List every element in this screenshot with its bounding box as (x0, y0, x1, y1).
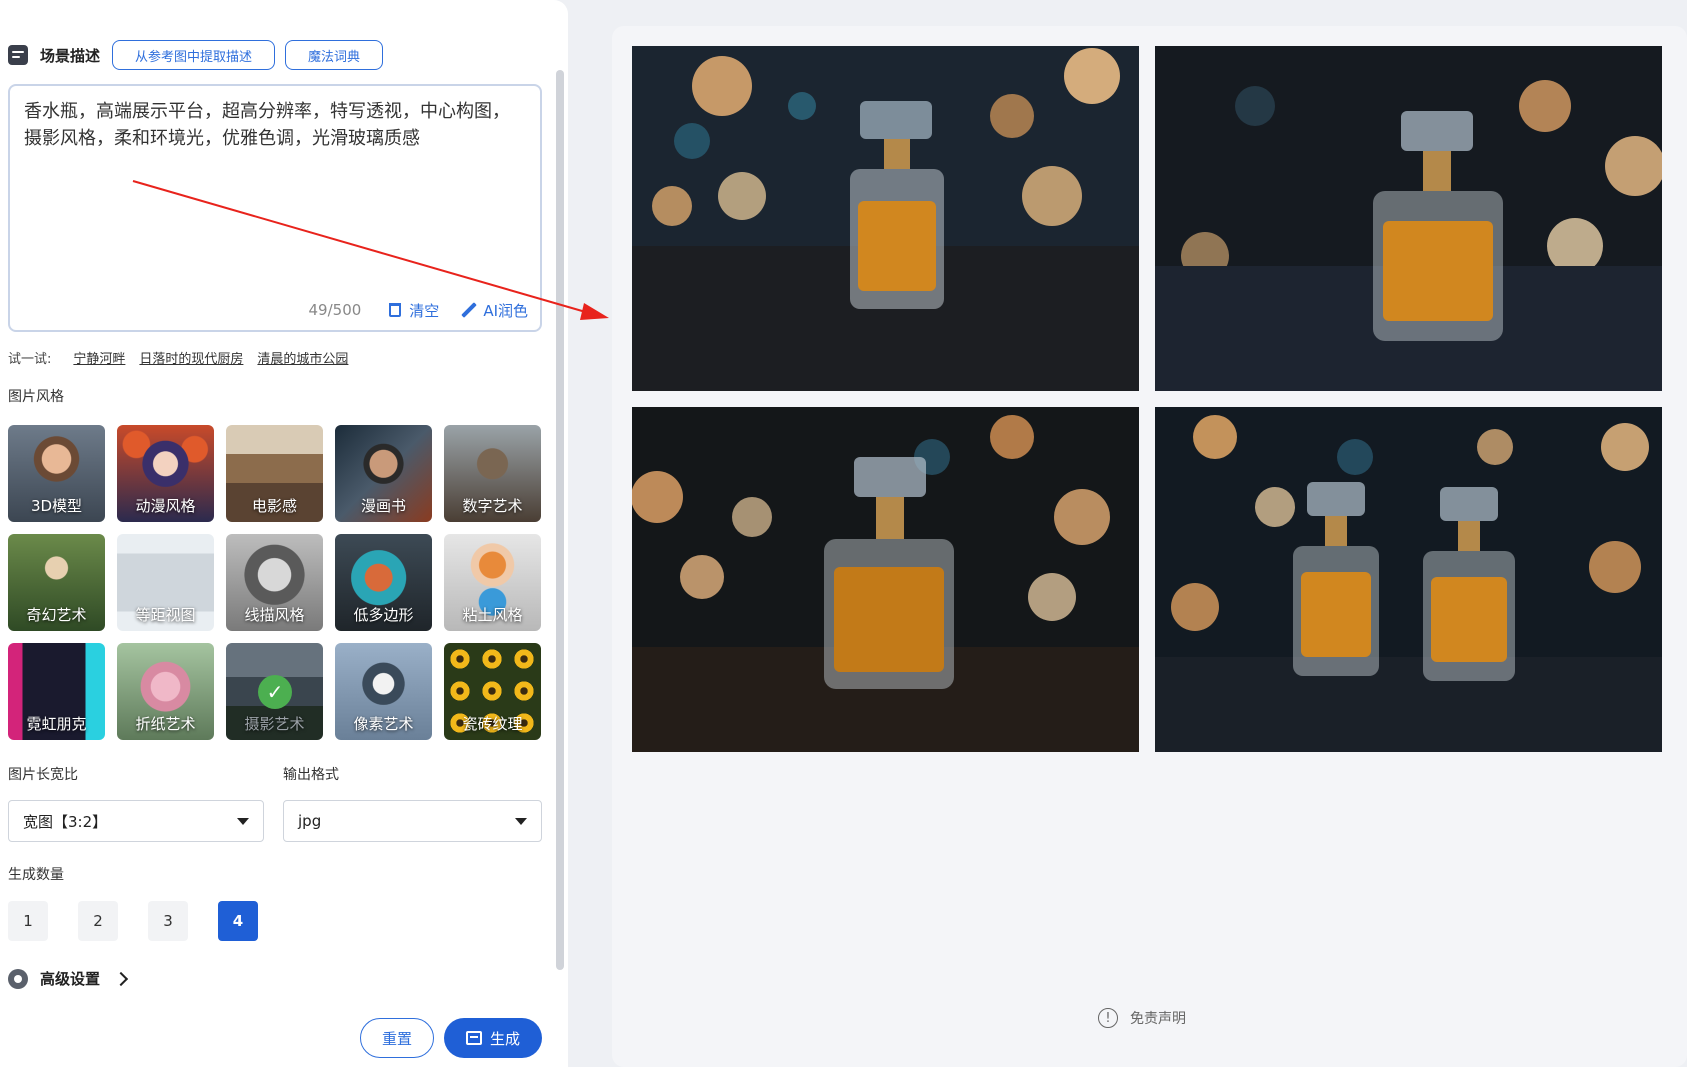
style-tile-tile-texture[interactable]: 瓷砖纹理 (444, 643, 541, 740)
try-example-link[interactable]: 宁静河畔 (73, 348, 125, 367)
count-option-4[interactable]: 4 (218, 901, 258, 941)
count-option-2[interactable]: 2 (78, 901, 118, 941)
caret-down-icon (237, 818, 249, 825)
style-tile-neon-punk[interactable]: 霓虹朋克 (8, 643, 105, 740)
disclaimer-link[interactable]: ! 免责声明 (1098, 1008, 1186, 1028)
style-tile-label: 电影感 (251, 497, 297, 515)
result-image[interactable] (1155, 46, 1662, 391)
gear-icon (8, 968, 28, 989)
style-tile-label: 粘土风格 (462, 606, 523, 624)
scene-title: 场景描述 (40, 46, 101, 65)
aspect-ratio-value: 宽图【3:2】 (23, 812, 108, 831)
clear-button[interactable]: 清空 (389, 300, 439, 321)
style-tile-digital-art[interactable]: 数字艺术 (444, 425, 541, 522)
style-tile-low-poly[interactable]: 低多边形 (335, 534, 432, 631)
format-label: 输出格式 (283, 767, 339, 783)
style-tile-label: 线描风格 (244, 606, 305, 624)
char-counter: 49/500 (308, 301, 362, 319)
style-tile-3d-model[interactable]: 3D模型 (8, 425, 105, 522)
style-tile-line-art[interactable]: 线描风格 (226, 534, 323, 631)
prompt-footer: 49/500 清空 AI润色 (309, 298, 528, 322)
advanced-settings-label: 高级设置 (40, 970, 101, 988)
style-tile-isometric[interactable]: 等距视图 (117, 534, 214, 631)
left-scrollbar[interactable] (556, 70, 564, 970)
left-panel: 场景描述 从参考图中提取描述 魔法词典 香水瓶，高端展示平台，超高分辨率，特写透… (0, 0, 568, 1067)
count-option-1[interactable]: 1 (8, 901, 48, 941)
check-icon: ✓ (258, 675, 292, 709)
result-image[interactable] (1155, 407, 1662, 752)
reset-button[interactable]: 重置 (360, 1018, 434, 1058)
style-tile-pixel[interactable]: 像素艺术 (335, 643, 432, 740)
style-tile-label: 低多边形 (353, 606, 414, 624)
generate-button[interactable]: 生成 (444, 1018, 542, 1058)
count-option-3[interactable]: 3 (148, 901, 188, 941)
aspect-ratio-select[interactable]: 宽图【3:2】 (8, 800, 264, 842)
style-tile-clay[interactable]: 粘土风格 (444, 534, 541, 631)
result-gallery (632, 46, 1662, 752)
style-tile-label: 等距视图 (135, 606, 196, 624)
document-icon (8, 45, 28, 65)
magic-dictionary-button[interactable]: 魔法词典 (285, 40, 384, 70)
style-tile-label: 像素艺术 (353, 715, 414, 733)
style-tile-label: 摄影艺术 (244, 715, 305, 733)
style-section-label: 图片风格 (8, 389, 64, 405)
caret-down-icon (515, 818, 527, 825)
pen-icon (461, 302, 478, 318)
style-tile-label: 3D模型 (30, 497, 83, 515)
generate-icon (465, 1031, 482, 1045)
style-tile-anime[interactable]: 动漫风格 (117, 425, 214, 522)
ai-polish-button[interactable]: AI润色 (461, 300, 528, 321)
ai-polish-label: AI润色 (483, 301, 528, 320)
annotation-arrow-head (580, 303, 609, 320)
perfume-photo-3 (632, 407, 1139, 752)
style-tile-label: 奇幻艺术 (26, 606, 87, 624)
style-grid: 3D模型 动漫风格 电影感 漫画书 数字艺术 奇幻艺术 等距视图 线描风格 低多… (8, 425, 542, 740)
scene-header: 场景描述 从参考图中提取描述 魔法词典 (8, 40, 384, 70)
try-label: 试一试: (8, 352, 52, 367)
aspect-label: 图片长宽比 (8, 767, 78, 783)
output-format-value: jpg (298, 812, 322, 830)
prompt-text[interactable]: 香水瓶，高端展示平台，超高分辨率，特写透视，中心构图，摄影风格，柔和环境光，优雅… (24, 98, 526, 152)
app-root: 场景描述 从参考图中提取描述 魔法词典 香水瓶，高端展示平台，超高分辨率，特写透… (0, 0, 1687, 1067)
style-tile-origami[interactable]: 折纸艺术 (117, 643, 214, 740)
generate-label: 生成 (489, 1029, 520, 1048)
perfume-photo-2 (1155, 46, 1662, 391)
style-tile-fantasy[interactable]: 奇幻艺术 (8, 534, 105, 631)
style-tile-comic[interactable]: 漫画书 (335, 425, 432, 522)
chevron-right-icon (113, 971, 129, 986)
result-image[interactable] (632, 46, 1139, 391)
try-example-link[interactable]: 日落时的现代厨房 (139, 348, 243, 367)
style-tile-label: 折纸艺术 (135, 715, 196, 733)
style-tile-label: 漫画书 (360, 497, 406, 515)
result-panel: ! 免责声明 (612, 26, 1687, 1067)
perfume-photo-4 (1155, 407, 1662, 752)
count-label: 生成数量 (8, 867, 64, 883)
perfume-photo-1 (632, 46, 1139, 391)
style-tile-label: 动漫风格 (135, 497, 196, 515)
prompt-textarea[interactable]: 香水瓶，高端展示平台，超高分辨率，特写透视，中心构图，摄影风格，柔和环境光，优雅… (8, 84, 542, 332)
result-image[interactable] (632, 407, 1139, 752)
info-icon: ! (1098, 1008, 1118, 1028)
style-tile-label: 瓷砖纹理 (462, 715, 523, 733)
try-examples: 试一试: 宁静河畔 日落时的现代厨房 清晨的城市公园 (8, 348, 362, 367)
advanced-settings-toggle[interactable]: 高级设置 (8, 968, 129, 989)
style-tile-label: 数字艺术 (462, 497, 523, 515)
output-format-select[interactable]: jpg (283, 800, 542, 842)
style-tile-photography[interactable]: ✓ 摄影艺术 (226, 643, 323, 740)
count-options: 1 2 3 4 (8, 901, 288, 941)
disclaimer-label: 免责声明 (1130, 1011, 1186, 1027)
style-tile-cinematic[interactable]: 电影感 (226, 425, 323, 522)
style-tile-label: 霓虹朋克 (26, 715, 87, 733)
try-example-link[interactable]: 清晨的城市公园 (257, 348, 348, 367)
trash-icon (389, 303, 402, 317)
extract-from-reference-button[interactable]: 从参考图中提取描述 (112, 40, 276, 70)
clear-label: 清空 (409, 301, 440, 320)
